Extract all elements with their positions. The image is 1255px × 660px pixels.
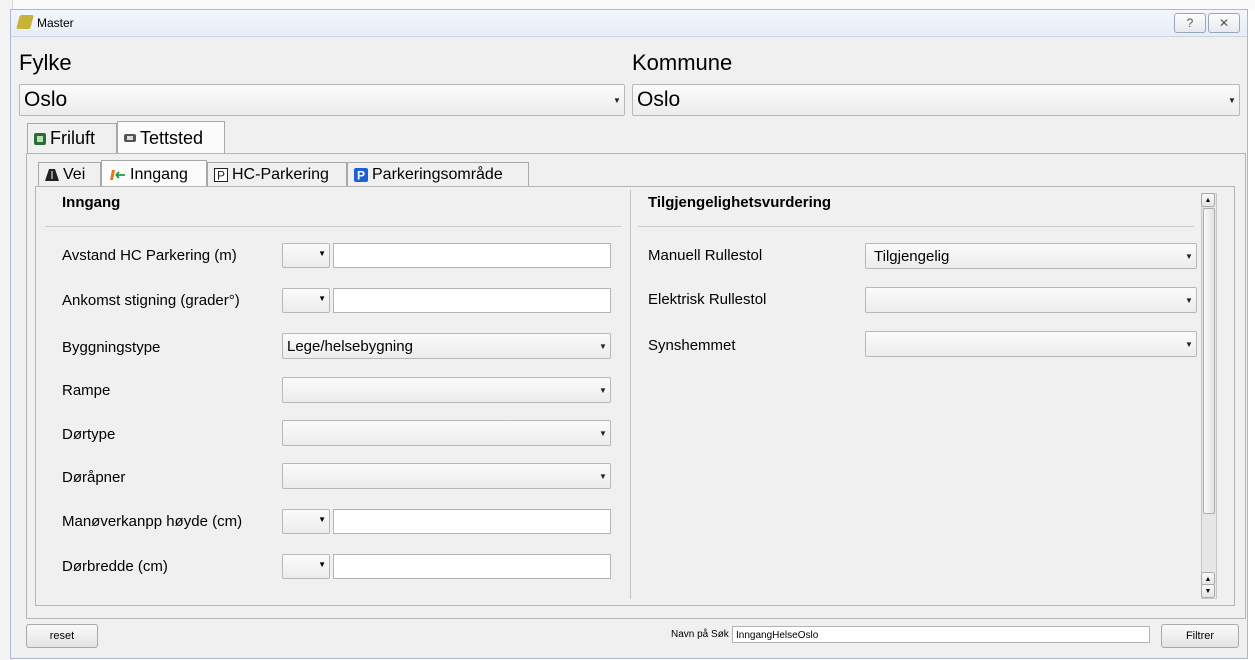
fylke-combobox[interactable]: Oslo ▼ [19,84,625,116]
map-icon [34,132,46,145]
chevron-down-icon: ▼ [318,294,326,303]
chevron-down-icon: ▼ [599,341,607,351]
tab-friluft-label: Friluft [50,128,95,148]
vurdering-header: Tilgjengelighetsvurdering [648,194,832,211]
tab-inngang[interactable]: Inngang [101,160,207,188]
chevron-down-icon: ▼ [1185,339,1193,349]
tab-tettsted-label: Tettsted [140,127,204,148]
avstand-label: Avstand HC Parkering (m) [62,247,237,264]
chevron-down-icon: ▼ [1185,295,1193,305]
entrance-icon [110,170,125,180]
kommune-label: Kommune [632,50,733,75]
dorbredde-input[interactable] [333,554,611,579]
tab-inngang-label: Inngang [130,165,188,183]
tab-friluft[interactable]: Friluft [27,123,117,153]
doraapner-combobox[interactable]: ▼ [282,463,611,489]
chevron-down-icon: ▼ [599,385,607,395]
chevron-down-icon: ▼ [318,560,326,569]
tab-vei-label: Vei [63,166,86,183]
arrow-down-icon: ▼ [1204,587,1212,595]
search-name-label: Navn på Søk [671,629,729,640]
town-icon [124,134,136,142]
synshemmet-label: Synshemmet [648,337,736,354]
manuell-rullestol-label: Manuell Rullestol [648,247,763,264]
rampe-combobox[interactable]: ▼ [282,377,611,403]
rampe-label: Rampe [62,382,111,399]
scroll-down-button[interactable]: ▼ [1201,584,1215,598]
tab-parkeringsomrade-label: Parkeringsområde [372,166,503,183]
svg-text:P: P [217,169,225,183]
ankomst-input[interactable] [333,288,611,313]
synshemmet-combobox[interactable]: ▼ [865,331,1197,357]
chevron-down-icon: ▼ [318,515,326,524]
scroll-up-button[interactable]: ▲ [1201,193,1215,207]
arrow-up-icon: ▲ [1204,575,1212,583]
manoverknapp-label: Manøverkanpp høyde (cm) [62,513,243,530]
byggningstype-combobox[interactable]: Lege/helsebygning ▼ [282,333,611,359]
dorbredde-label: Dørbredde (cm) [62,558,168,575]
manuell-rullestol-value: Tilgjengelig [874,247,950,265]
tab-tettsted[interactable]: Tettsted [117,121,225,154]
column-divider [630,190,631,599]
byggningstype-label: Byggningstype [62,339,161,356]
parking-sign-icon: P [214,168,228,182]
reset-button[interactable]: reset [26,624,98,648]
filter-button[interactable]: Filtrer [1161,624,1239,648]
chevron-down-icon: ▼ [599,428,607,438]
scrollbar-thumb[interactable] [1203,208,1215,514]
inngang-separator [45,226,621,227]
app-icon [16,15,34,29]
elektrisk-rullestol-combobox[interactable]: ▼ [865,287,1197,313]
arrow-up-icon: ▲ [1204,196,1212,204]
svg-text:P: P [357,169,365,183]
chevron-down-icon: ▼ [613,95,621,105]
tab-parkeringsomrade[interactable]: P Parkeringsområde [347,162,529,187]
vurdering-separator [638,226,1194,227]
inngang-header: Inngang [62,194,121,211]
tab-hc-parkering-label: HC-Parkering [232,166,329,183]
manuell-rullestol-combobox[interactable]: Tilgjengelig ▼ [865,243,1197,269]
chevron-down-icon: ▼ [1228,95,1236,105]
manoverknapp-operator-combobox[interactable]: ▼ [282,509,330,534]
parking-area-icon: P [354,168,368,182]
fylke-value: Oslo [24,88,68,111]
elektrisk-rullestol-label: Elektrisk Rullestol [648,291,767,308]
dortype-combobox[interactable]: ▼ [282,420,611,446]
dortype-label: Dørtype [62,426,116,443]
window-title: Master [37,16,74,30]
tab-vei[interactable]: Vei [38,162,101,187]
dorbredde-operator-combobox[interactable]: ▼ [282,554,330,579]
byggningstype-value: Lege/helsebygning [287,337,413,355]
ankomst-operator-combobox[interactable]: ▼ [282,288,330,313]
tab-hc-parkering[interactable]: P HC-Parkering [207,162,347,187]
kommune-value: Oslo [637,88,681,111]
help-button[interactable]: ? [1174,13,1206,33]
title-bar: Master ? ✕ [11,10,1247,37]
master-window: Master ? ✕ Fylke Oslo ▼ Kommune Oslo ▼ F… [10,9,1248,659]
chevron-down-icon: ▼ [599,471,607,481]
kommune-combobox[interactable]: Oslo ▼ [632,84,1240,116]
avstand-input[interactable] [333,243,611,268]
chevron-down-icon: ▼ [1185,251,1193,261]
chevron-down-icon: ▼ [318,249,326,258]
doraapner-label: Døråpner [62,469,126,486]
ankomst-label: Ankomst stigning (grader°) [62,292,240,309]
fylke-label: Fylke [19,50,72,75]
road-icon [45,169,59,181]
search-name-input[interactable]: InngangHelseOslo [732,626,1150,643]
avstand-operator-combobox[interactable]: ▼ [282,243,330,268]
close-button[interactable]: ✕ [1208,13,1240,33]
manoverknapp-input[interactable] [333,509,611,534]
